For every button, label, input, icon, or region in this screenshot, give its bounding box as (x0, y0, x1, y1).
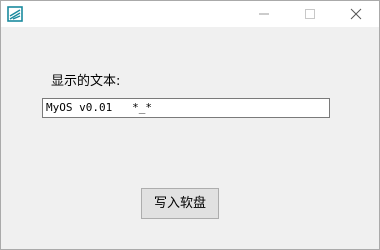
display-text-input[interactable]: MyOS v0.01 *_* (42, 98, 330, 118)
close-button[interactable] (333, 1, 379, 27)
maximize-button[interactable] (287, 1, 333, 27)
write-floppy-button[interactable]: 写入软盘 (141, 188, 219, 219)
display-text-label: 显示的文本: (51, 74, 121, 89)
app-icon (7, 6, 23, 22)
minimize-button[interactable] (241, 1, 287, 27)
title-bar[interactable] (1, 1, 379, 27)
minimize-icon (259, 13, 269, 15)
maximize-icon (305, 9, 315, 19)
close-icon (350, 8, 362, 20)
app-window: 显示的文本: MyOS v0.01 *_* 写入软盘 (0, 0, 380, 250)
